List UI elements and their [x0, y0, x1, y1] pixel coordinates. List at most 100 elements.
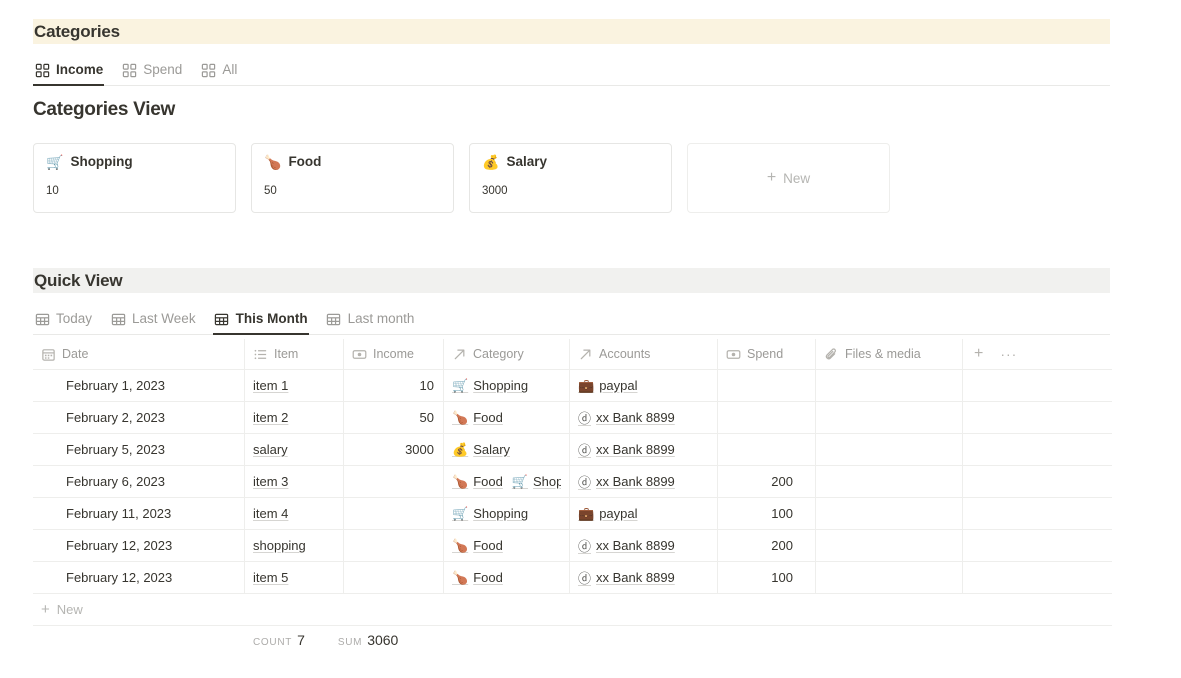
- table-row[interactable]: February 6, 2023 item 3 🍗 Food 🛒 Shopping ⓓ xx …: [33, 466, 1112, 498]
- cell-files-media[interactable]: [816, 498, 963, 529]
- cell-spend[interactable]: [718, 402, 816, 433]
- cell-item[interactable]: salary: [245, 434, 344, 465]
- cell-category[interactable]: 🍗 Food: [444, 562, 570, 593]
- category-card[interactable]: 💰 Salary 3000: [469, 143, 672, 213]
- table-row[interactable]: February 5, 2023 salary 3000 💰 Salary ⓓ xx Ban…: [33, 434, 1112, 466]
- cell-files-media[interactable]: [816, 530, 963, 561]
- column-header-item[interactable]: Item: [245, 339, 344, 369]
- tab-quickview-last-week[interactable]: Last Week: [109, 304, 197, 334]
- cell-category[interactable]: 🍗 Food: [444, 402, 570, 433]
- more-options-icon[interactable]: ···: [1000, 347, 1017, 361]
- add-column-button[interactable]: +: [974, 346, 983, 362]
- category-relation[interactable]: 🛒 Shopping: [452, 506, 528, 522]
- cell-income[interactable]: [344, 530, 444, 561]
- cell-spend[interactable]: 100: [718, 562, 816, 593]
- table-row[interactable]: February 12, 2023 item 5 🍗 Food ⓓ xx Bank 889…: [33, 562, 1112, 594]
- cell-income[interactable]: 3000: [344, 434, 444, 465]
- account-relation[interactable]: 💼 paypal: [578, 378, 638, 394]
- cell-spend[interactable]: 200: [718, 466, 816, 497]
- cell-spend[interactable]: 200: [718, 530, 816, 561]
- cell-files-media[interactable]: [816, 562, 963, 593]
- bank-account-icon: ⓓ: [578, 443, 592, 458]
- cell-date[interactable]: February 12, 2023: [33, 530, 245, 561]
- table-row[interactable]: February 11, 2023 item 4 🛒 Shopping 💼 paypal 1…: [33, 498, 1112, 530]
- cell-income[interactable]: 50: [344, 402, 444, 433]
- category-relation[interactable]: 🛒 Shopping: [512, 474, 561, 490]
- cell-item[interactable]: item 2: [245, 402, 344, 433]
- cell-accounts[interactable]: ⓓ xx Bank 8899: [570, 402, 718, 433]
- cell-date[interactable]: February 2, 2023: [33, 402, 245, 433]
- table-row[interactable]: February 1, 2023 item 1 10 🛒 Shopping 💼 paypal: [33, 370, 1112, 402]
- cell-accounts[interactable]: ⓓ xx Bank 8899: [570, 466, 718, 497]
- cell-accounts[interactable]: 💼 paypal: [570, 370, 718, 401]
- cell-accounts[interactable]: ⓓ xx Bank 8899: [570, 562, 718, 593]
- account-relation[interactable]: ⓓ xx Bank 8899: [578, 440, 675, 459]
- cell-files-media[interactable]: [816, 402, 963, 433]
- paperclip-icon: [824, 347, 839, 362]
- tab-quickview-today[interactable]: Today: [33, 304, 93, 334]
- cell-item[interactable]: item 1: [245, 370, 344, 401]
- cell-files-media[interactable]: [816, 466, 963, 497]
- accounts-relation-list: 💼 paypal: [578, 378, 638, 394]
- cell-spend[interactable]: 100: [718, 498, 816, 529]
- cell-category[interactable]: 🛒 Shopping: [444, 498, 570, 529]
- column-header-category[interactable]: Category: [444, 339, 570, 369]
- cell-spend[interactable]: [718, 434, 816, 465]
- cell-item[interactable]: shopping: [245, 530, 344, 561]
- table-row[interactable]: February 2, 2023 item 2 50 🍗 Food ⓓ xx Bank 88…: [33, 402, 1112, 434]
- category-relation[interactable]: 🍗 Food: [452, 570, 503, 586]
- column-header-date[interactable]: Date: [33, 339, 245, 369]
- cell-date[interactable]: February 11, 2023: [33, 498, 245, 529]
- cell-income[interactable]: [344, 498, 444, 529]
- tab-categories-income[interactable]: Income: [33, 55, 105, 86]
- cell-date[interactable]: February 1, 2023: [33, 370, 245, 401]
- category-relation[interactable]: 🛒 Shopping: [452, 378, 528, 394]
- tab-categories-spend[interactable]: Spend: [120, 55, 183, 85]
- cell-date[interactable]: February 12, 2023: [33, 562, 245, 593]
- cell-files-media[interactable]: [816, 434, 963, 465]
- account-relation[interactable]: ⓓ xx Bank 8899: [578, 472, 675, 491]
- tab-quickview-last-month[interactable]: Last month: [325, 304, 416, 334]
- cell-accounts[interactable]: 💼 paypal: [570, 498, 718, 529]
- account-relation[interactable]: ⓓ xx Bank 8899: [578, 568, 675, 587]
- cell-date[interactable]: February 5, 2023: [33, 434, 245, 465]
- cell-accounts[interactable]: ⓓ xx Bank 8899: [570, 434, 718, 465]
- category-relation[interactable]: 🍗 Food: [452, 538, 503, 554]
- table-row[interactable]: February 12, 2023 shopping 🍗 Food ⓓ xx Bank 8…: [33, 530, 1112, 562]
- summary-sum[interactable]: Sum 3060: [338, 632, 398, 648]
- cell-income[interactable]: 10: [344, 370, 444, 401]
- cell-income[interactable]: [344, 562, 444, 593]
- cell-category[interactable]: 💰 Salary: [444, 434, 570, 465]
- account-relation[interactable]: ⓓ xx Bank 8899: [578, 408, 675, 427]
- tab-categories-all[interactable]: All: [199, 55, 238, 85]
- account-relation-label: xx Bank 8899: [596, 410, 675, 425]
- column-header-spend[interactable]: Spend: [718, 339, 816, 369]
- cell-category[interactable]: 🍗 Food 🛒 Shopping: [444, 466, 570, 497]
- account-relation[interactable]: ⓓ xx Bank 8899: [578, 536, 675, 555]
- cell-category[interactable]: 🛒 Shopping: [444, 370, 570, 401]
- column-header-income[interactable]: Income: [344, 339, 444, 369]
- table-icon: [110, 311, 126, 327]
- account-relation[interactable]: 💼 paypal: [578, 506, 638, 522]
- category-card[interactable]: 🛒 Shopping 10: [33, 143, 236, 213]
- category-relation[interactable]: 🍗 Food: [452, 474, 503, 490]
- cell-category[interactable]: 🍗 Food: [444, 530, 570, 561]
- category-relation[interactable]: 🍗 Food: [452, 410, 503, 426]
- cell-files-media[interactable]: [816, 370, 963, 401]
- cell-spend[interactable]: [718, 370, 816, 401]
- column-header-accounts[interactable]: Accounts: [570, 339, 718, 369]
- cell-item[interactable]: item 4: [245, 498, 344, 529]
- cell-item[interactable]: item 3: [245, 466, 344, 497]
- cell-accounts[interactable]: ⓓ xx Bank 8899: [570, 530, 718, 561]
- categories-title: Categories: [34, 22, 120, 41]
- new-row-button[interactable]: + New: [33, 594, 1112, 626]
- new-category-card-button[interactable]: + New: [687, 143, 890, 213]
- tab-quickview-this-month[interactable]: This Month: [212, 304, 309, 335]
- cell-income[interactable]: [344, 466, 444, 497]
- cell-date[interactable]: February 6, 2023: [33, 466, 245, 497]
- category-card[interactable]: 🍗 Food 50: [251, 143, 454, 213]
- category-relation[interactable]: 💰 Salary: [452, 442, 510, 458]
- cell-item[interactable]: item 5: [245, 562, 344, 593]
- column-header-files-media[interactable]: Files & media: [816, 339, 963, 369]
- summary-count[interactable]: Count 7: [253, 632, 305, 648]
